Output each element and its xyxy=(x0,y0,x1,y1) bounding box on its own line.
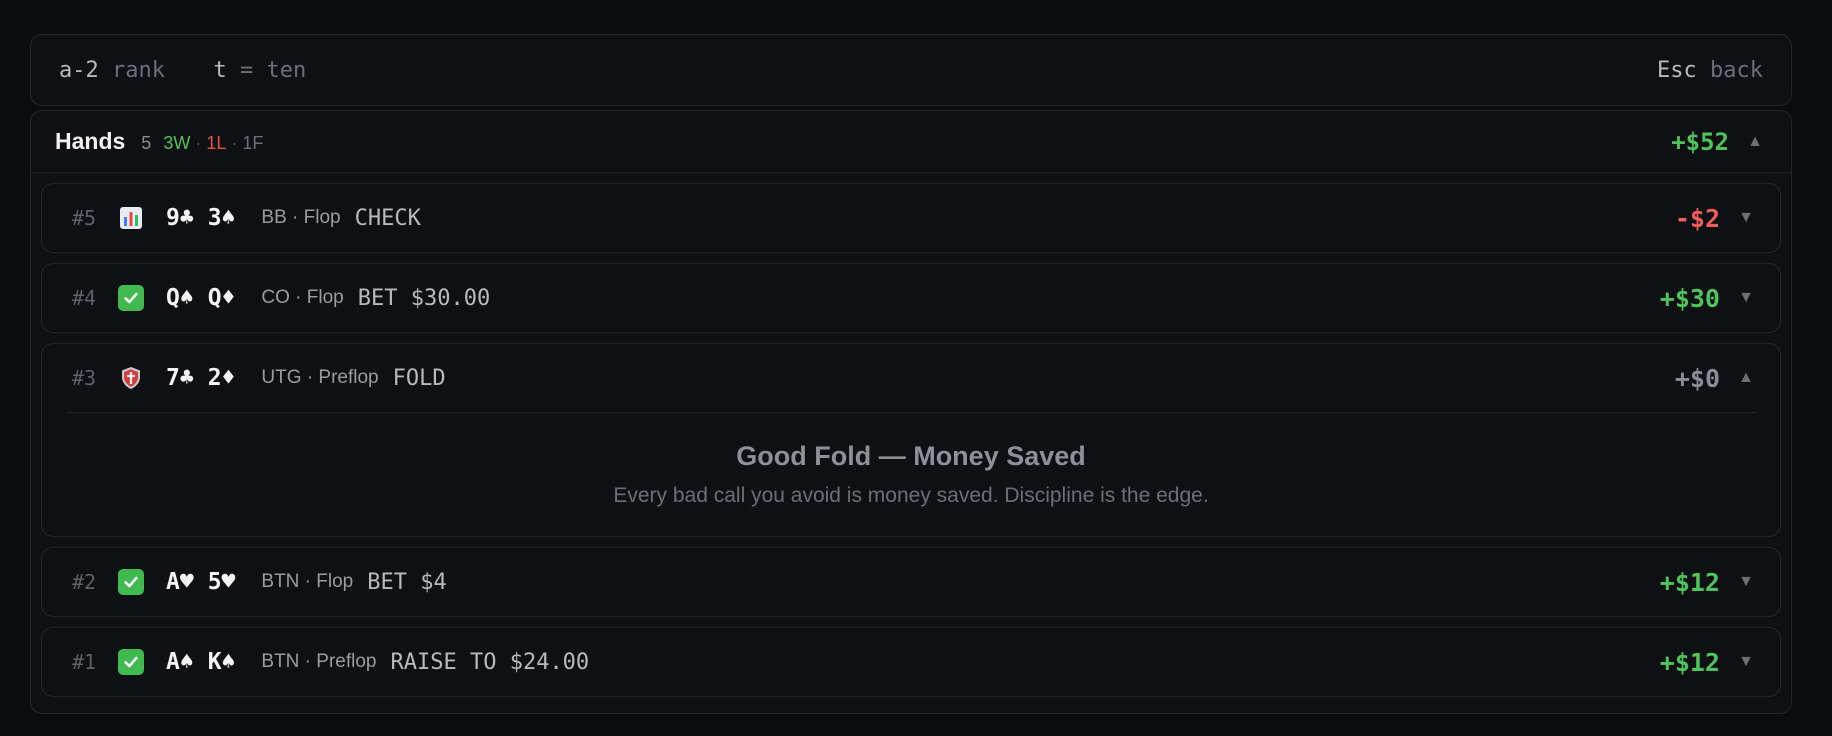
hint-ten-desc: = ten xyxy=(239,57,307,83)
hand-row[interactable]: #1 A♠ K♠ BTN · Preflop RAISE TO $24.00 +$… xyxy=(41,627,1781,697)
card: Q♠ xyxy=(166,285,194,311)
total-profit: +$52 xyxy=(1671,127,1729,156)
expand-caret-icon[interactable]: ▼ xyxy=(1736,653,1756,671)
hand-profit: +$12 xyxy=(1659,567,1720,597)
hand-action: BET $4 xyxy=(367,569,447,595)
hands-count: 5 xyxy=(141,133,152,153)
separator-dot: · xyxy=(195,133,202,153)
hands-title: Hands xyxy=(55,128,126,154)
hand-row[interactable]: #5 9♣ 3♠ BB · Flop CHECK -$2 ▼ xyxy=(41,183,1781,253)
hole-cards: 9♣ 3♠ xyxy=(166,205,235,231)
hint-esc-desc: back xyxy=(1710,57,1763,83)
hole-cards: A♥ 5♥ xyxy=(166,569,235,595)
card: 2♦ xyxy=(207,365,236,391)
folds-count: 1F xyxy=(242,133,264,153)
expand-caret-icon[interactable]: ▼ xyxy=(1736,573,1756,591)
hands-panel: Hands 5 3W · 1L · 1F +$52 ▲ #5 9♣ 3♠ BB … xyxy=(30,110,1792,714)
hand-number: #1 xyxy=(72,650,97,674)
hand-action: FOLD xyxy=(392,365,446,391)
hand-number: #5 xyxy=(72,206,97,230)
expand-caret-icon[interactable]: ▼ xyxy=(1736,289,1756,307)
collapse-caret-icon[interactable]: ▲ xyxy=(1736,369,1756,387)
hint-rank-key: a-2 xyxy=(59,57,99,83)
position-street: UTG · Preflop xyxy=(261,367,379,388)
app-root: a-2 rank t = ten Esc back Hands 5 3W · 1… xyxy=(30,34,1792,714)
hand-profit: +$12 xyxy=(1659,647,1720,677)
hint-esc-key: Esc xyxy=(1657,57,1697,83)
position-street: BTN · Preflop xyxy=(261,651,377,672)
hand-action: RAISE TO $24.00 xyxy=(390,649,590,675)
chart-icon xyxy=(118,205,144,231)
check-icon xyxy=(118,649,144,675)
hint-esc-back[interactable]: Esc back xyxy=(1657,58,1763,83)
card: A♠ xyxy=(166,649,194,675)
expand-caret-icon[interactable]: ▼ xyxy=(1736,209,1756,227)
card: A♥ xyxy=(166,569,194,595)
position-street: CO · Flop xyxy=(261,287,344,308)
hand-number: #3 xyxy=(72,366,97,390)
position-street: BTN · Flop xyxy=(261,571,354,592)
card: 3♠ xyxy=(207,205,236,231)
hands-panel-header[interactable]: Hands 5 3W · 1L · 1F +$52 ▲ xyxy=(31,111,1791,173)
hole-cards: 7♣ 2♦ xyxy=(166,365,235,391)
card: 9♣ xyxy=(166,205,194,231)
hand-action: BET $30.00 xyxy=(357,285,491,311)
hand-detail: Good Fold — Money Saved Every bad call y… xyxy=(66,412,1756,536)
card: 7♣ xyxy=(166,365,194,391)
hand-profit: +$0 xyxy=(1674,363,1720,393)
card: 5♥ xyxy=(207,569,236,595)
hand-profit: -$2 xyxy=(1674,203,1720,233)
collapse-caret-icon[interactable]: ▲ xyxy=(1745,133,1765,151)
hand-number: #2 xyxy=(72,570,97,594)
hole-cards: Q♠ Q♦ xyxy=(166,285,235,311)
hand-row[interactable]: #4 Q♠ Q♦ CO · Flop BET $30.00 +$30 ▼ xyxy=(41,263,1781,333)
hand-row-expanded[interactable]: #3 7♣ 2♦ UTG · Preflop FOLD +$0 ▲ Good F… xyxy=(41,343,1781,537)
hand-action: CHECK xyxy=(354,205,421,231)
position-street: BB · Flop xyxy=(261,207,341,228)
hole-cards: A♠ K♠ xyxy=(166,649,235,675)
card: Q♦ xyxy=(207,285,236,311)
detail-subtitle: Every bad call you avoid is money saved.… xyxy=(613,484,1209,507)
hand-profit: +$30 xyxy=(1659,283,1720,313)
hint-left: a-2 rank t = ten xyxy=(59,58,306,83)
card: K♠ xyxy=(207,649,236,675)
hand-number: #4 xyxy=(72,286,97,310)
hint-ten-key: t xyxy=(213,57,227,83)
hint-rank-desc: rank xyxy=(112,57,165,83)
keyboard-hint-bar: a-2 rank t = ten Esc back xyxy=(30,34,1792,106)
hand-row[interactable]: #2 A♥ 5♥ BTN · Flop BET $4 +$12 ▼ xyxy=(41,547,1781,617)
detail-title: Good Fold — Money Saved xyxy=(736,441,1086,471)
shield-icon xyxy=(118,365,144,391)
separator-dot: · xyxy=(231,133,238,153)
check-icon xyxy=(118,285,144,311)
losses-count: 1L xyxy=(206,133,227,153)
check-icon xyxy=(118,569,144,595)
wins-count: 3W xyxy=(163,133,191,153)
